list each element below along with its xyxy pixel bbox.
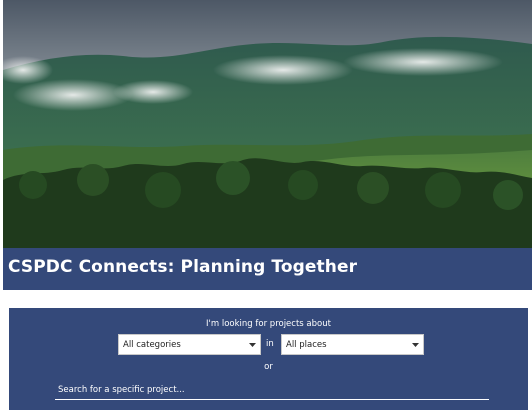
- chevron-down-icon: [412, 343, 419, 347]
- or-label: or: [264, 362, 273, 372]
- category-select[interactable]: All categories: [118, 334, 261, 355]
- in-connector-label: in: [266, 339, 274, 349]
- category-select-value: All categories: [123, 340, 181, 350]
- project-search-panel: I'm looking for projects about All categ…: [9, 308, 528, 410]
- project-search-input[interactable]: [55, 380, 489, 400]
- page-title: CSPDC Connects: Planning Together: [8, 257, 358, 277]
- mountain-landscape-image: [3, 0, 532, 248]
- place-select[interactable]: All places: [281, 334, 424, 355]
- hero-image: [3, 0, 532, 248]
- chevron-down-icon: [249, 343, 256, 347]
- spacer: [3, 290, 532, 306]
- search-prompt-label: I'm looking for projects about: [206, 319, 331, 329]
- place-select-value: All places: [286, 340, 327, 350]
- page-header: CSPDC Connects: Planning Together: [3, 248, 532, 290]
